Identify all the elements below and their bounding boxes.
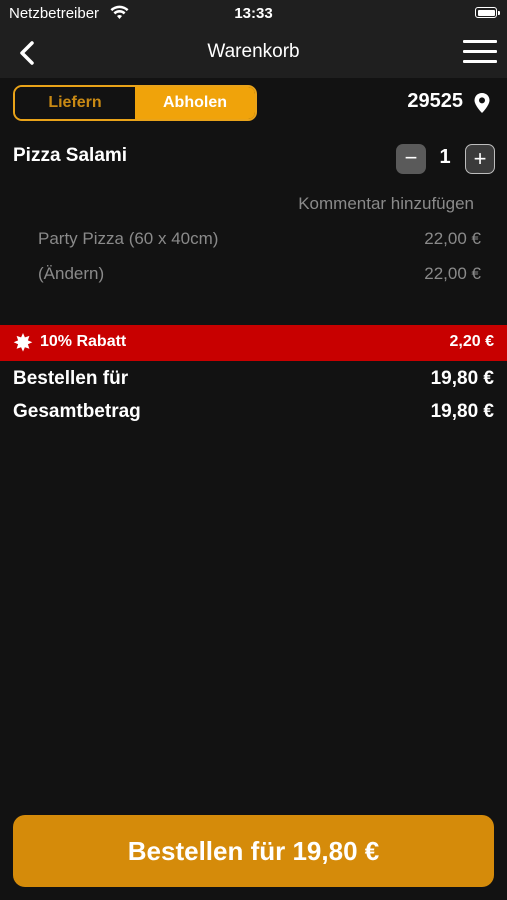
page-title: Warenkorb <box>207 41 300 62</box>
total-value: 19,80 € <box>430 401 494 422</box>
menu-line <box>463 40 497 43</box>
add-comment-link[interactable]: Kommentar hinzufügen <box>298 194 474 214</box>
increase-quantity-button[interactable]: + <box>465 144 495 174</box>
badge-star-icon <box>13 333 33 352</box>
zip-code[interactable]: 29525 <box>407 90 463 113</box>
order-mode-toggle: Liefern Abholen <box>13 85 257 121</box>
discount-value: 2,20 € <box>449 333 494 350</box>
cart-item-name: Pizza Salami <box>13 145 128 166</box>
menu-line <box>463 50 497 53</box>
item-option-label: Party Pizza (60 x 40cm) <box>38 229 219 248</box>
order-for-label: Bestellen für <box>13 368 129 389</box>
navigation-bar: Warenkorb <box>0 28 507 78</box>
order-for-value: 19,80 € <box>430 368 494 389</box>
hamburger-menu-icon[interactable] <box>463 40 497 66</box>
battery-icon <box>475 7 500 18</box>
menu-line <box>463 60 497 63</box>
item-option-price: 22,00 € <box>424 264 481 283</box>
clock: 13:33 <box>234 5 273 22</box>
status-bar: Netzbetreiber 13:33 <box>0 0 507 28</box>
location-pin-icon[interactable] <box>473 92 491 114</box>
discount-row: 10% Rabatt 2,20 € <box>0 325 507 361</box>
decrease-quantity-button[interactable]: − <box>396 144 426 174</box>
discount-label: 10% Rabatt <box>40 333 127 350</box>
checkout-button[interactable]: Bestellen für 19,80 € <box>13 815 494 887</box>
quantity-value: 1 <box>439 146 451 168</box>
battery-fill <box>477 9 495 16</box>
tab-abholen[interactable]: Abholen <box>135 87 255 119</box>
change-option-link[interactable]: (Ändern) <box>38 264 104 284</box>
item-option-price: 22,00 € <box>424 229 481 248</box>
tab-liefern[interactable]: Liefern <box>15 87 135 119</box>
total-label: Gesamtbetrag <box>13 401 141 422</box>
